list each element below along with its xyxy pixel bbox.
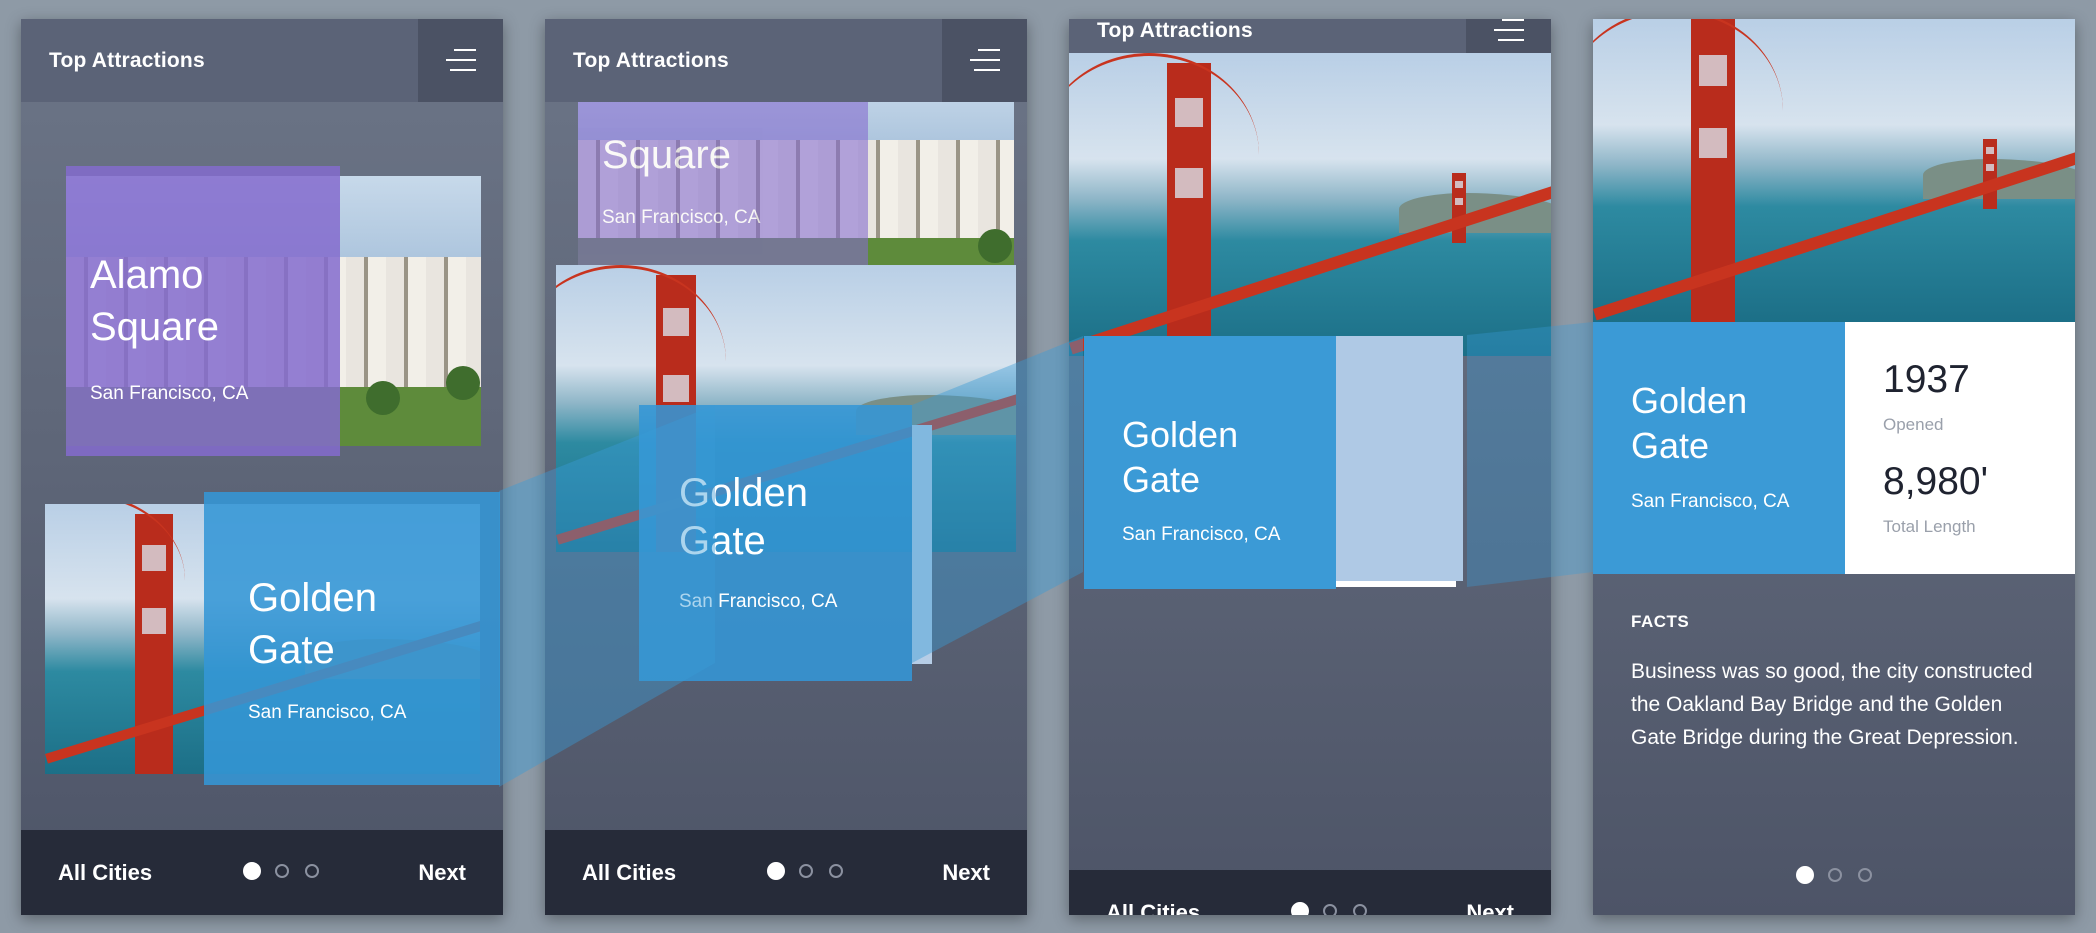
app-footer: All Cities Next: [545, 830, 1027, 915]
card-title-line1: Golden: [248, 576, 377, 620]
page-dot-1[interactable]: [1291, 902, 1309, 915]
card-title-line1: Golden: [1631, 380, 1748, 421]
card-location: San Francisco, CA: [90, 383, 249, 404]
page-dot-2[interactable]: [275, 864, 289, 878]
page-dot-1[interactable]: [767, 862, 785, 880]
page-dot-2[interactable]: [1828, 868, 1842, 882]
golden-gate-photo[interactable]: [1069, 53, 1551, 356]
card-title-line2: Gate: [1122, 459, 1201, 500]
golden-gate-hero-photo: [1593, 19, 2075, 322]
card-title-line2: Gate: [1631, 425, 1710, 466]
page-dot-2[interactable]: [799, 864, 813, 878]
screen-list: Top Attractions Alamo Square San Francis…: [21, 19, 503, 915]
golden-gate-card[interactable]: Golden Gate San Francisco, CA: [204, 492, 500, 785]
page-dot-3[interactable]: [1353, 904, 1367, 915]
page-dot-3[interactable]: [829, 864, 843, 878]
details-panel-overlay: [1336, 336, 1463, 581]
next-button[interactable]: Next: [418, 830, 466, 915]
page-dot-3[interactable]: [1858, 868, 1872, 882]
facts-text: Business was so good, the city construct…: [1631, 655, 2033, 754]
golden-gate-card[interactable]: Golden Gate San Francisco, CA: [639, 405, 912, 681]
screen-detail: Golden Gate San Francisco, CA 1937 Opene…: [1593, 19, 2075, 915]
app-header: Top Attractions: [21, 19, 503, 102]
card-title-line2: Square: [602, 133, 731, 177]
stats-panel: 1937 Opened 8,980' Total Length: [1845, 322, 2075, 574]
all-cities-link[interactable]: All Cities: [1106, 870, 1200, 915]
alamo-square-card[interactable]: Square San Francisco, CA: [578, 79, 868, 283]
card-location: San Francisco, CA: [248, 702, 407, 723]
page-dot-2[interactable]: [1323, 904, 1337, 915]
menu-button[interactable]: [418, 19, 503, 102]
card-shadow-panel: [912, 425, 932, 664]
hamburger-menu-icon: [970, 49, 1000, 71]
alamo-square-card[interactable]: Alamo Square San Francisco, CA: [66, 166, 340, 456]
stat-opened-label: Opened: [1883, 415, 1944, 434]
app-footer: All Cities Next: [1069, 870, 1551, 915]
page-dot-1[interactable]: [1796, 866, 1814, 884]
facts-line: Gate Bridge during the Great Depression.: [1631, 726, 2019, 749]
stat-length-label: Total Length: [1883, 517, 1976, 536]
card-title-line1: Golden: [1122, 414, 1239, 455]
page-dot-1[interactable]: [243, 862, 261, 880]
screen-transition-1: Square San Francisco, CA Top Attractions…: [545, 19, 1027, 915]
card-title-line1: Alamo: [90, 253, 204, 297]
card-location: San Francisco, CA: [1631, 491, 1790, 512]
app-header: Top Attractions: [545, 19, 1027, 102]
facts-line: Business was so good, the city construct…: [1631, 660, 2033, 683]
golden-gate-card: Golden Gate San Francisco, CA: [1593, 322, 1845, 574]
header-title: Top Attractions: [49, 49, 205, 72]
card-title-line2: Gate: [248, 628, 335, 672]
card-location: San Francisco, CA: [602, 207, 761, 228]
next-button[interactable]: Next: [1466, 870, 1514, 915]
all-cities-link[interactable]: All Cities: [58, 830, 152, 915]
app-footer: All Cities Next: [21, 830, 503, 915]
stat-length-value: 8,980': [1883, 460, 1989, 503]
hamburger-menu-icon: [1494, 19, 1524, 41]
next-button[interactable]: Next: [942, 830, 990, 915]
card-title-line2: Gate: [679, 519, 766, 563]
screen-transition-2: Top Attractions Golden Gate San Francisc…: [1069, 19, 1551, 915]
card-location: San Francisco, CA: [1122, 524, 1281, 545]
facts-line: the Oakland Bay Bridge and the Golden: [1631, 693, 2003, 716]
card-title-line2: Square: [90, 305, 219, 349]
all-cities-link[interactable]: All Cities: [582, 830, 676, 915]
menu-button[interactable]: [942, 19, 1027, 102]
page-dot-3[interactable]: [305, 864, 319, 878]
golden-gate-card[interactable]: Golden Gate San Francisco, CA: [1084, 336, 1336, 589]
card-title-line1: Golden: [679, 471, 808, 515]
facts-heading: FACTS: [1631, 612, 1690, 631]
card-location: San Francisco, CA: [679, 591, 838, 612]
hamburger-menu-icon: [446, 49, 476, 71]
stat-opened-value: 1937: [1883, 358, 1970, 401]
header-title: Top Attractions: [573, 49, 729, 72]
